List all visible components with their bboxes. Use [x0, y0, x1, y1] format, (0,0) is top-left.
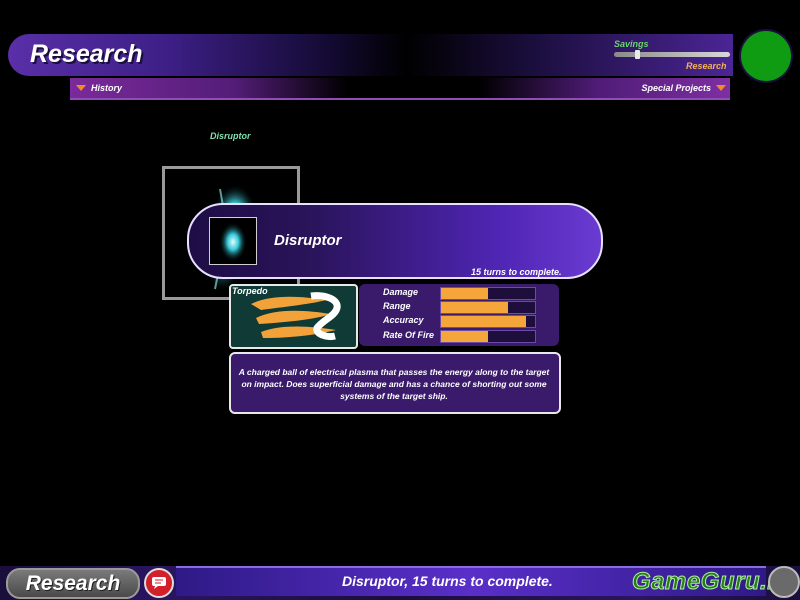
savings-research-slider[interactable] — [614, 52, 730, 57]
savings-label: Savings — [614, 39, 649, 49]
stat-label: Rate Of Fire — [383, 329, 435, 340]
page-title: Research — [30, 40, 143, 68]
turns-to-complete-text: 15 turns to complete. — [471, 267, 562, 277]
research-mode-button[interactable]: Research — [6, 568, 140, 599]
dropdown-arrow-icon — [716, 85, 726, 91]
chat-button[interactable] — [144, 568, 174, 598]
research-mode-label: Research — [25, 571, 121, 595]
stat-bar — [440, 287, 536, 300]
special-projects-tab-label: Special Projects — [641, 83, 711, 93]
special-projects-tab[interactable]: Special Projects — [600, 80, 726, 96]
dropdown-arrow-icon — [76, 85, 86, 91]
chat-bubble-icon — [152, 577, 166, 589]
stat-bar — [440, 315, 536, 329]
stat-bar-fill — [441, 302, 508, 314]
stat-label: Accuracy — [383, 315, 424, 326]
plasma-thumbnail-image — [219, 222, 247, 262]
research-item-name: Disruptor — [274, 232, 342, 249]
end-turn-button[interactable] — [768, 566, 800, 598]
stat-label: Damage — [383, 287, 419, 297]
weapon-type-label: Torpedo — [232, 286, 268, 296]
tech-tree-item-label[interactable]: Disruptor — [210, 131, 251, 141]
status-message: Disruptor, 15 turns to complete. — [342, 573, 553, 589]
stat-bar — [440, 301, 536, 315]
slider-thumb[interactable] — [635, 50, 641, 59]
stat-label: Range — [383, 301, 411, 312]
stat-bar-fill — [441, 316, 526, 328]
stat-bar — [440, 329, 536, 343]
stat-bar-fill — [441, 330, 488, 342]
stat-bar-fill — [441, 288, 488, 299]
history-tab[interactable]: History — [76, 80, 156, 96]
history-tab-label: History — [91, 83, 123, 93]
tech-thumbnail — [209, 217, 257, 265]
research-allocation-label: Research — [686, 61, 727, 71]
weapon-description: A charged ball of electrical plasma that… — [238, 367, 550, 401]
status-indicator-button[interactable] — [741, 31, 791, 81]
